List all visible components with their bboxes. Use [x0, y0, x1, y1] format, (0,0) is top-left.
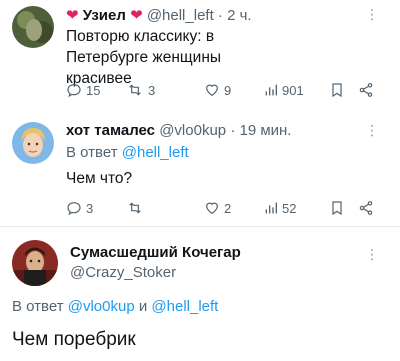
bookmark-button[interactable]	[330, 80, 344, 100]
reply-to-link[interactable]: @hell_left	[122, 144, 189, 161]
retweet-icon	[129, 84, 141, 96]
tweet-actions: 15 3 9 901	[66, 80, 386, 100]
author-handle-wrap: @Crazy_Stoker	[70, 264, 176, 281]
reply-count: 15	[86, 82, 101, 98]
tweet-header: хот тамалес @vlo0kup · 19 мин.	[66, 122, 291, 139]
reply-to-link[interactable]: @vlo0kup	[68, 298, 135, 315]
author-handle[interactable]: @vlo0kup	[159, 122, 226, 139]
tweet-actions: 3 2 52	[66, 198, 386, 218]
author-name-wrap: Сумасшедший Кочегар	[70, 244, 241, 261]
reply-prefix: В ответ	[66, 144, 118, 161]
reply-and: и	[138, 298, 148, 315]
reply-icon	[67, 202, 81, 216]
share-icon	[359, 83, 373, 97]
more-icon[interactable]: ⋮	[365, 6, 379, 23]
like-count: 2	[224, 200, 232, 216]
heart-emoji-icon: ❤	[66, 7, 79, 24]
share-icon	[359, 201, 373, 215]
tweet-3[interactable]: Сумасшедший Кочегар @Crazy_Stoker ⋮ В от…	[0, 226, 400, 361]
retweet-icon	[129, 202, 141, 214]
share-button[interactable]	[358, 198, 374, 218]
tweet-text: Чем что?	[66, 170, 133, 187]
views-button[interactable]: 901	[264, 80, 304, 100]
tweet-text: Чем поребрик	[12, 329, 136, 350]
views-count: 901	[282, 82, 304, 98]
author-name[interactable]: Узиел	[83, 7, 126, 24]
tweet-time[interactable]: 19 мин.	[239, 122, 291, 139]
avatar[interactable]	[12, 240, 58, 286]
retweet-button[interactable]	[126, 198, 148, 218]
views-button[interactable]: 52	[264, 198, 296, 218]
bookmark-button[interactable]	[330, 198, 344, 218]
author-handle[interactable]: @hell_left	[147, 7, 214, 24]
author-name[interactable]: хот тамалес	[66, 122, 155, 139]
like-icon	[206, 84, 218, 97]
separator-dot: ·	[230, 122, 236, 139]
reply-context: В ответ @hell_left	[66, 144, 189, 161]
views-icon	[265, 202, 277, 214]
like-count: 9	[224, 82, 232, 98]
tweet-header: ❤ Узиел ❤ @hell_left · 2 ч.	[66, 6, 252, 24]
views-count: 52	[282, 200, 297, 216]
reply-context: В ответ @vlo0kup и @hell_left	[12, 298, 218, 315]
reply-to-link[interactable]: @hell_left	[151, 298, 218, 315]
author-handle[interactable]: @Crazy_Stoker	[70, 264, 176, 281]
tweet-time[interactable]: 2 ч.	[227, 7, 252, 24]
reply-icon	[67, 84, 81, 98]
bookmark-icon	[332, 83, 342, 98]
retweet-count: 3	[148, 82, 156, 98]
like-icon	[206, 202, 218, 215]
reply-button[interactable]: 15	[66, 80, 100, 100]
reply-prefix: В ответ	[12, 298, 64, 315]
more-icon[interactable]: ⋮	[365, 122, 379, 139]
like-button[interactable]: 2	[204, 198, 231, 218]
avatar[interactable]	[12, 6, 54, 48]
author-name[interactable]: Сумасшедший Кочегар	[70, 244, 241, 261]
avatar[interactable]	[12, 122, 54, 164]
heart-emoji-icon: ❤	[130, 7, 143, 24]
retweet-button[interactable]: 3	[126, 80, 155, 100]
bookmark-icon	[332, 201, 342, 216]
reply-count: 3	[86, 200, 94, 216]
views-icon	[265, 84, 277, 96]
more-icon[interactable]: ⋮	[365, 246, 379, 263]
like-button[interactable]: 9	[204, 80, 231, 100]
reply-button[interactable]: 3	[66, 198, 93, 218]
tweet-1[interactable]: ❤ Узиел ❤ @hell_left · 2 ч. ⋮ Повторю кл…	[0, 0, 400, 108]
share-button[interactable]	[358, 80, 374, 100]
separator-dot: ·	[217, 7, 223, 24]
tweet-2[interactable]: хот тамалес @vlo0kup · 19 мин. ⋮ В ответ…	[0, 108, 400, 220]
